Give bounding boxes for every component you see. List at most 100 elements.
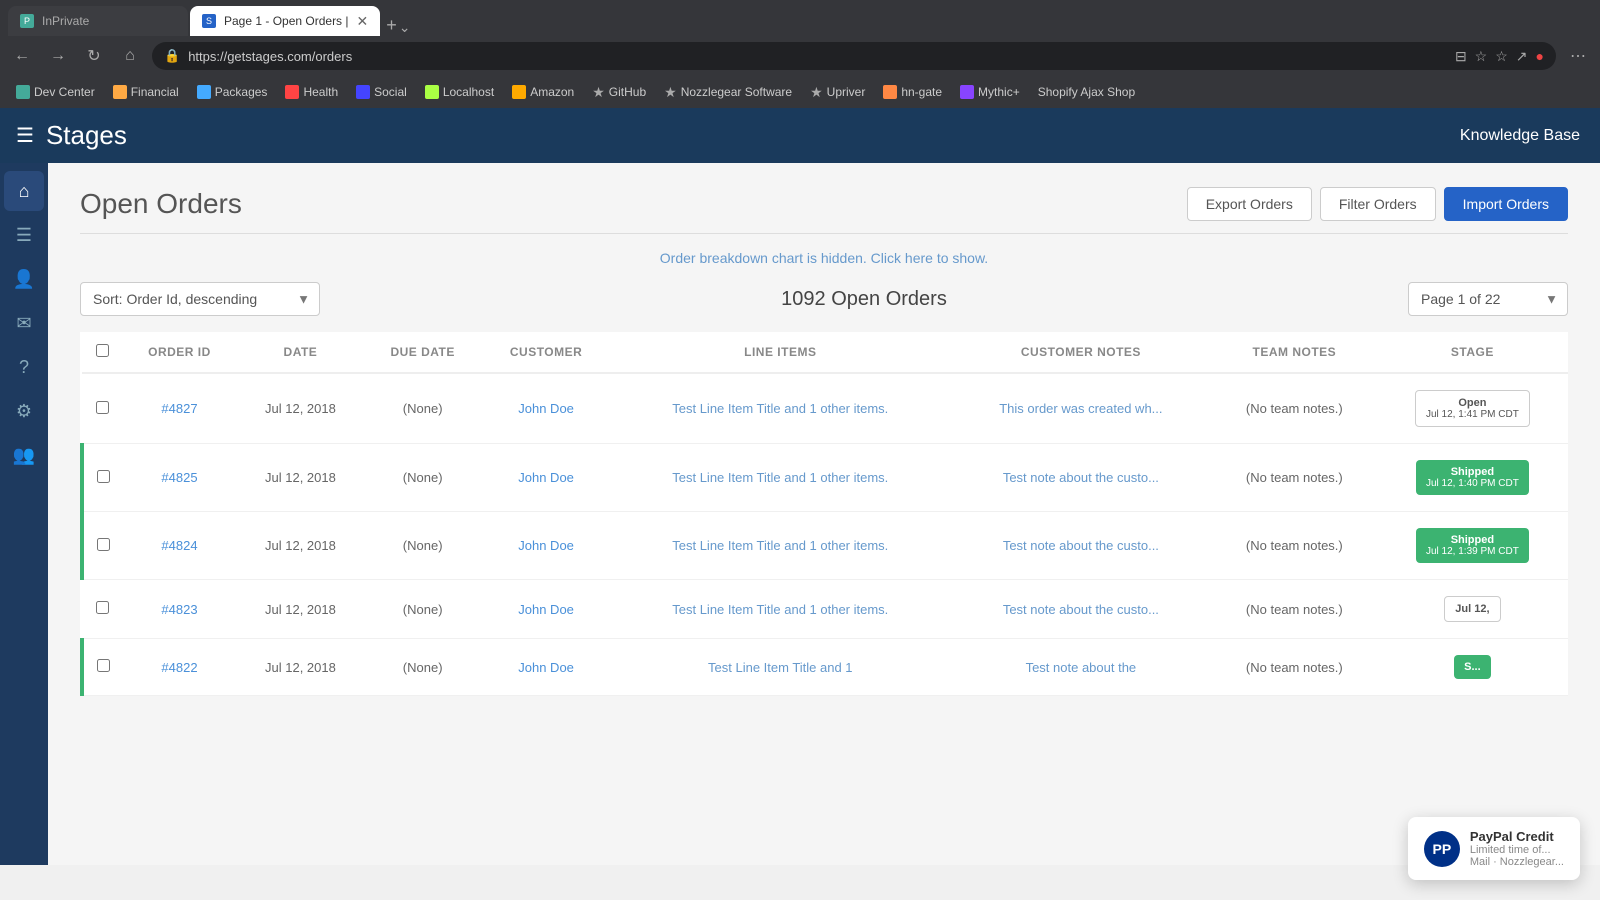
order-date-cell: Jul 12, 2018 bbox=[237, 512, 364, 580]
stage-badge: S... bbox=[1454, 655, 1491, 679]
upriver-star-icon: ★ bbox=[810, 84, 823, 101]
order-id-cell: #4824 bbox=[122, 512, 237, 580]
refresh-button[interactable]: ↻ bbox=[80, 42, 108, 70]
order-id-link[interactable]: #4822 bbox=[161, 660, 197, 675]
bookmark-github[interactable]: ★ GitHub bbox=[584, 82, 654, 103]
profile-icon[interactable]: ● bbox=[1536, 48, 1544, 65]
sidebar-item-help[interactable]: ? bbox=[4, 347, 44, 387]
order-id-cell: #4827 bbox=[122, 373, 237, 444]
order-id-link[interactable]: #4823 bbox=[161, 602, 197, 617]
stage-badge: ShippedJul 12, 1:39 PM CDT bbox=[1416, 528, 1529, 563]
sidebar-item-messages[interactable]: ✉ bbox=[4, 303, 44, 343]
hn-gate-icon bbox=[883, 85, 897, 99]
table-row[interactable]: #4825Jul 12, 2018(None)John DoeTest Line… bbox=[82, 444, 1568, 512]
order-customer-notes-cell: Test note about the bbox=[950, 639, 1212, 696]
bookmark-social[interactable]: Social bbox=[348, 83, 415, 101]
back-button[interactable]: ← bbox=[8, 42, 36, 70]
order-customer-cell: John Doe bbox=[481, 639, 610, 696]
order-id-link[interactable]: #4824 bbox=[161, 538, 197, 553]
col-stage: STAGE bbox=[1377, 332, 1568, 373]
address-bar[interactable]: 🔒 https://getstages.com/orders ⊟ ☆ ☆ ↗ ● bbox=[152, 42, 1556, 70]
customer-link[interactable]: John Doe bbox=[518, 401, 574, 416]
bookmark-github-label: GitHub bbox=[609, 85, 646, 99]
forward-button[interactable]: → bbox=[44, 42, 72, 70]
sidebar-item-settings[interactable]: ⚙ bbox=[4, 391, 44, 431]
bookmark-packages[interactable]: Packages bbox=[189, 83, 276, 101]
filter-orders-button[interactable]: Filter Orders bbox=[1320, 187, 1436, 221]
order-team-notes-cell: (No team notes.) bbox=[1212, 639, 1377, 696]
bookmark-nozzlegear[interactable]: ★ Nozzlegear Software bbox=[656, 82, 800, 103]
extensions-button[interactable]: ⋯ bbox=[1564, 42, 1592, 70]
paypal-avatar: PP bbox=[1424, 831, 1460, 867]
tab-orders[interactable]: S Page 1 - Open Orders | ✕ bbox=[190, 6, 380, 36]
row-checkbox-cell bbox=[82, 444, 122, 512]
new-tab-button[interactable]: + bbox=[386, 15, 397, 36]
sidebar-item-team[interactable]: 👥 bbox=[4, 435, 44, 475]
financial-icon bbox=[113, 85, 127, 99]
order-customer-cell: John Doe bbox=[481, 512, 610, 580]
bookmark-amazon[interactable]: Amazon bbox=[504, 83, 582, 101]
url-display: https://getstages.com/orders bbox=[188, 49, 352, 64]
bookmark-localhost[interactable]: Localhost bbox=[417, 83, 502, 101]
order-due-date-cell: (None) bbox=[364, 444, 482, 512]
customer-link[interactable]: John Doe bbox=[518, 660, 574, 675]
bookmark-mythic[interactable]: Mythic+ bbox=[952, 83, 1028, 101]
col-date: DATE bbox=[237, 332, 364, 373]
knowledge-base-link[interactable]: Knowledge Base bbox=[1460, 127, 1580, 145]
row-checkbox[interactable] bbox=[97, 470, 110, 483]
menu-icon[interactable]: ☰ bbox=[16, 123, 34, 148]
paypal-source: Mail · Nozzlegear... bbox=[1470, 856, 1564, 868]
col-customer-notes: CUSTOMER NOTES bbox=[950, 332, 1212, 373]
bookmark-financial[interactable]: Financial bbox=[105, 83, 187, 101]
order-customer-notes-cell: Test note about the custo... bbox=[950, 580, 1212, 639]
export-orders-button[interactable]: Export Orders bbox=[1187, 187, 1312, 221]
order-due-date-cell: (None) bbox=[364, 512, 482, 580]
paypal-title: PayPal Credit bbox=[1470, 829, 1564, 844]
table-row[interactable]: #4824Jul 12, 2018(None)John DoeTest Line… bbox=[82, 512, 1568, 580]
order-team-notes-cell: (No team notes.) bbox=[1212, 580, 1377, 639]
chart-notice[interactable]: Order breakdown chart is hidden. Click h… bbox=[80, 250, 1568, 266]
app-header: ☰ Stages Knowledge Base bbox=[0, 108, 1600, 163]
select-all-checkbox[interactable] bbox=[96, 344, 109, 357]
order-team-notes-cell: (No team notes.) bbox=[1212, 373, 1377, 444]
home-button[interactable]: ⌂ bbox=[116, 42, 144, 70]
bookmark-packages-label: Packages bbox=[215, 85, 268, 99]
bookmark-health[interactable]: Health bbox=[277, 83, 346, 101]
table-row[interactable]: #4827Jul 12, 2018(None)John DoeTest Line… bbox=[82, 373, 1568, 444]
row-checkbox-cell bbox=[82, 373, 122, 444]
order-id-link[interactable]: #4825 bbox=[161, 470, 197, 485]
star-icon[interactable]: ☆ bbox=[1475, 48, 1488, 65]
address-bar-row: ← → ↻ ⌂ 🔒 https://getstages.com/orders ⊟… bbox=[0, 36, 1600, 76]
reader-icon[interactable]: ⊟ bbox=[1455, 48, 1467, 65]
sidebar-item-orders[interactable]: ☰ bbox=[4, 215, 44, 255]
bookmark-shopify[interactable]: Shopify Ajax Shop bbox=[1030, 83, 1143, 101]
customer-link[interactable]: John Doe bbox=[518, 602, 574, 617]
table-row[interactable]: #4823Jul 12, 2018(None)John DoeTest Line… bbox=[82, 580, 1568, 639]
tab-close-button[interactable]: ✕ bbox=[357, 13, 369, 30]
order-id-link[interactable]: #4827 bbox=[161, 401, 197, 416]
row-checkbox[interactable] bbox=[97, 538, 110, 551]
tab-orders-label: Page 1 - Open Orders | bbox=[224, 14, 349, 28]
page-select[interactable]: Page 1 of 22 Page 2 of 22 Page 3 of 22 bbox=[1408, 282, 1568, 316]
address-bar-actions: ⊟ ☆ ☆ ↗ ● bbox=[1455, 48, 1544, 65]
sidebar-item-customers[interactable]: 👤 bbox=[4, 259, 44, 299]
table-row[interactable]: #4822Jul 12, 2018(None)John DoeTest Line… bbox=[82, 639, 1568, 696]
row-checkbox-cell bbox=[82, 512, 122, 580]
app-body: ⌂ ☰ 👤 ✉ ? ⚙ 👥 Open Orders Export Orders … bbox=[0, 163, 1600, 865]
customer-link[interactable]: John Doe bbox=[518, 538, 574, 553]
row-checkbox[interactable] bbox=[97, 659, 110, 672]
bookmark-upriver[interactable]: ★ Upriver bbox=[802, 82, 873, 103]
sort-select[interactable]: Sort: Order Id, descending Sort: Order I… bbox=[80, 282, 320, 316]
bookmark-hn-gate[interactable]: hn-gate bbox=[875, 83, 950, 101]
import-orders-button[interactable]: Import Orders bbox=[1444, 187, 1568, 221]
tab-inprivate[interactable]: P InPrivate bbox=[8, 6, 188, 36]
sidebar-item-home[interactable]: ⌂ bbox=[4, 171, 44, 211]
favorites-icon[interactable]: ☆ bbox=[1495, 48, 1508, 65]
row-checkbox[interactable] bbox=[96, 601, 109, 614]
row-checkbox[interactable] bbox=[96, 401, 109, 414]
bookmarks-bar: Dev Center Financial Packages Health Soc… bbox=[0, 76, 1600, 108]
customer-link[interactable]: John Doe bbox=[518, 470, 574, 485]
bookmark-dev-center[interactable]: Dev Center bbox=[8, 83, 103, 101]
tab-list-button[interactable]: ⌄ bbox=[399, 19, 411, 36]
share-icon[interactable]: ↗ bbox=[1516, 48, 1528, 65]
